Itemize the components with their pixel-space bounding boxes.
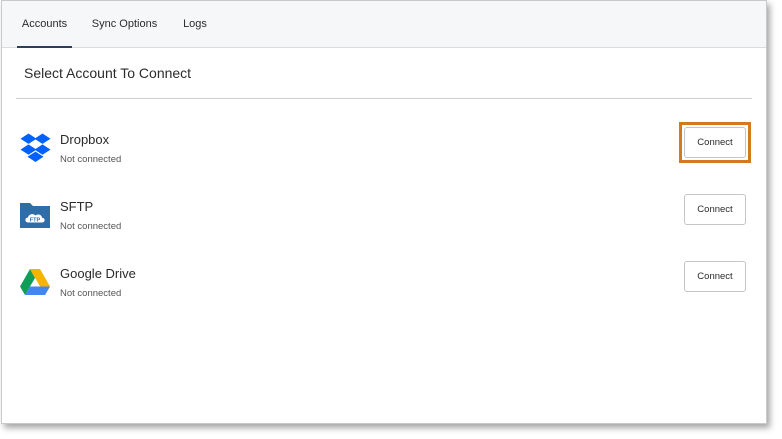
accounts-panel: Accounts Sync Options Logs Select Accoun… bbox=[1, 0, 767, 424]
account-name: Google Drive bbox=[60, 266, 136, 281]
account-row-dropbox: Dropbox Not connected Connect bbox=[2, 122, 766, 182]
account-row-google-drive: Google Drive Not connected Connect bbox=[2, 261, 766, 316]
account-name: Dropbox bbox=[60, 132, 110, 147]
account-name: SFTP bbox=[60, 199, 94, 214]
sftp-folder-icon: FTP bbox=[20, 203, 50, 228]
account-status: Not connected bbox=[60, 288, 122, 299]
account-status: Not connected bbox=[60, 221, 122, 232]
google-drive-icon bbox=[20, 269, 50, 295]
tab-accounts[interactable]: Accounts bbox=[17, 1, 72, 48]
account-row-sftp: FTP SFTP Not connected Connect bbox=[2, 194, 766, 249]
tab-bar: Accounts Sync Options Logs bbox=[2, 1, 766, 48]
connect-google-drive-button[interactable]: Connect bbox=[684, 261, 746, 292]
tab-logs[interactable]: Logs bbox=[177, 1, 213, 47]
connect-dropbox-button[interactable]: Connect bbox=[684, 127, 746, 158]
section-title: Select Account To Connect bbox=[24, 65, 192, 81]
dropbox-icon bbox=[20, 133, 51, 162]
divider bbox=[16, 98, 752, 99]
sftp-icon-text: FTP bbox=[30, 218, 41, 224]
connect-sftp-button[interactable]: Connect bbox=[684, 194, 746, 225]
account-status: Not connected bbox=[60, 154, 122, 165]
tab-sync-options[interactable]: Sync Options bbox=[88, 1, 161, 47]
